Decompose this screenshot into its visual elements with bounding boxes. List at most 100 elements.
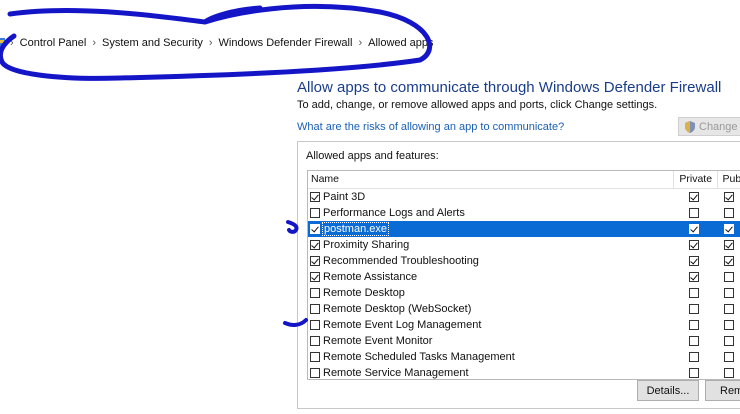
app-name-label: Remote Service Management — [323, 367, 469, 379]
table-row[interactable]: Remote Desktop — [308, 285, 740, 301]
public-cell — [716, 272, 740, 282]
public-cell — [716, 288, 740, 298]
remove-button[interactable]: Remo — [705, 380, 740, 401]
table-row[interactable]: Performance Logs and Alerts — [308, 205, 740, 221]
table-row[interactable]: Remote Scheduled Tasks Management — [308, 349, 740, 365]
table-row[interactable]: Proximity Sharing — [308, 237, 740, 253]
table-row[interactable]: Recommended Troubleshooting — [308, 253, 740, 269]
private-cell — [673, 192, 717, 202]
app-name-label: Remote Assistance — [323, 271, 418, 283]
public-cell — [716, 368, 740, 378]
table-row[interactable]: Remote Event Log Management — [308, 317, 740, 333]
control-panel-icon — [0, 38, 5, 48]
app-name-cell: Performance Logs and Alerts — [308, 207, 673, 219]
private-checkbox[interactable] — [688, 320, 699, 330]
public-cell — [716, 336, 740, 346]
app-name-cell: Paint 3D — [308, 191, 673, 203]
column-private[interactable]: Private — [674, 171, 719, 188]
app-name-label: Remote Event Log Management — [323, 319, 482, 331]
private-checkbox[interactable] — [688, 256, 699, 266]
public-cell — [716, 352, 740, 362]
public-cell — [716, 192, 740, 202]
uac-shield-icon — [685, 120, 695, 133]
risk-help-link[interactable]: What are the risks of allowing an app to… — [297, 121, 564, 133]
app-enabled-checkbox[interactable] — [310, 272, 320, 282]
public-checkbox[interactable] — [724, 256, 735, 266]
table-row[interactable]: Remote Event Monitor — [308, 333, 740, 349]
public-checkbox[interactable] — [724, 240, 735, 250]
breadcrumb-system-and-security[interactable]: System and Security — [96, 37, 209, 49]
private-checkbox[interactable] — [688, 336, 699, 346]
public-checkbox[interactable] — [724, 288, 735, 298]
apps-list[interactable]: Name Private Publ Paint 3D Performance Lo… — [307, 170, 740, 380]
page-subtitle: To add, change, or remove allowed apps a… — [297, 99, 658, 111]
ink-mark-postman — [286, 220, 299, 234]
app-enabled-checkbox[interactable] — [310, 208, 320, 218]
private-checkbox[interactable] — [688, 240, 699, 250]
app-name-cell: Remote Event Monitor — [308, 335, 673, 347]
app-name-cell: Remote Desktop (WebSocket) — [308, 303, 673, 315]
public-checkbox[interactable] — [724, 320, 735, 330]
change-settings-button[interactable]: Change se — [678, 117, 740, 136]
private-cell — [673, 272, 717, 282]
table-row[interactable]: Remote Desktop (WebSocket) — [308, 301, 740, 317]
app-enabled-checkbox[interactable] — [310, 320, 320, 330]
private-checkbox[interactable] — [688, 288, 699, 298]
public-cell — [716, 256, 740, 266]
private-cell — [673, 352, 717, 362]
private-cell — [673, 240, 717, 250]
public-cell — [716, 240, 740, 250]
app-enabled-checkbox[interactable] — [310, 256, 320, 266]
public-cell — [716, 304, 740, 314]
table-row[interactable]: postman.exe — [308, 221, 740, 237]
app-enabled-checkbox[interactable] — [310, 352, 320, 362]
change-settings-label: Change se — [699, 120, 740, 133]
private-checkbox[interactable] — [688, 368, 699, 378]
public-checkbox[interactable] — [724, 368, 735, 378]
app-name-label: Proximity Sharing — [323, 239, 410, 251]
private-checkbox[interactable] — [688, 272, 699, 282]
private-checkbox[interactable] — [688, 352, 699, 362]
app-name-cell: Remote Event Log Management — [308, 319, 673, 331]
breadcrumb-allowed-apps[interactable]: Allowed apps — [362, 37, 439, 49]
table-row[interactable]: Remote Assistance — [308, 269, 740, 285]
allowed-apps-group: Allowed apps and features: Name Private … — [297, 141, 740, 409]
app-enabled-checkbox[interactable] — [310, 368, 320, 378]
table-row[interactable]: Remote Service Management — [308, 365, 740, 379]
public-checkbox[interactable] — [724, 208, 735, 218]
app-enabled-checkbox[interactable] — [310, 240, 320, 250]
app-enabled-checkbox[interactable] — [310, 192, 320, 202]
details-button[interactable]: Details... — [637, 380, 699, 401]
app-name-label: Performance Logs and Alerts — [323, 207, 465, 219]
public-checkbox[interactable] — [724, 304, 735, 314]
public-checkbox[interactable] — [724, 352, 735, 362]
private-checkbox[interactable] — [688, 208, 699, 218]
public-checkbox[interactable] — [724, 224, 735, 234]
private-cell — [673, 368, 717, 378]
private-cell — [673, 336, 717, 346]
app-enabled-checkbox[interactable] — [310, 304, 320, 314]
app-enabled-checkbox[interactable] — [310, 336, 320, 346]
breadcrumb-windows-defender-firewall[interactable]: Windows Defender Firewall — [213, 37, 359, 49]
page-title: Allow apps to communicate through Window… — [297, 79, 722, 96]
private-checkbox[interactable] — [688, 304, 699, 314]
private-checkbox[interactable] — [688, 224, 699, 234]
breadcrumb-control-panel[interactable]: Control Panel — [14, 37, 93, 49]
app-name-cell: Proximity Sharing — [308, 239, 673, 251]
app-name-cell: Remote Scheduled Tasks Management — [308, 351, 673, 363]
app-name-cell: Remote Service Management — [308, 367, 673, 379]
table-row[interactable]: Paint 3D — [308, 189, 740, 205]
public-checkbox[interactable] — [724, 192, 735, 202]
column-name[interactable]: Name — [308, 171, 674, 188]
private-checkbox[interactable] — [688, 192, 699, 202]
app-name-label: postman.exe — [322, 222, 389, 236]
public-checkbox[interactable] — [724, 336, 735, 346]
public-checkbox[interactable] — [724, 272, 735, 282]
private-cell — [673, 224, 717, 234]
column-public[interactable]: Publ — [718, 171, 740, 188]
group-label: Allowed apps and features: — [306, 150, 439, 162]
app-enabled-checkbox[interactable] — [310, 288, 320, 298]
app-name-cell: Remote Desktop — [308, 287, 673, 299]
app-name-cell: postman.exe — [308, 222, 673, 236]
app-enabled-checkbox[interactable] — [310, 224, 320, 234]
